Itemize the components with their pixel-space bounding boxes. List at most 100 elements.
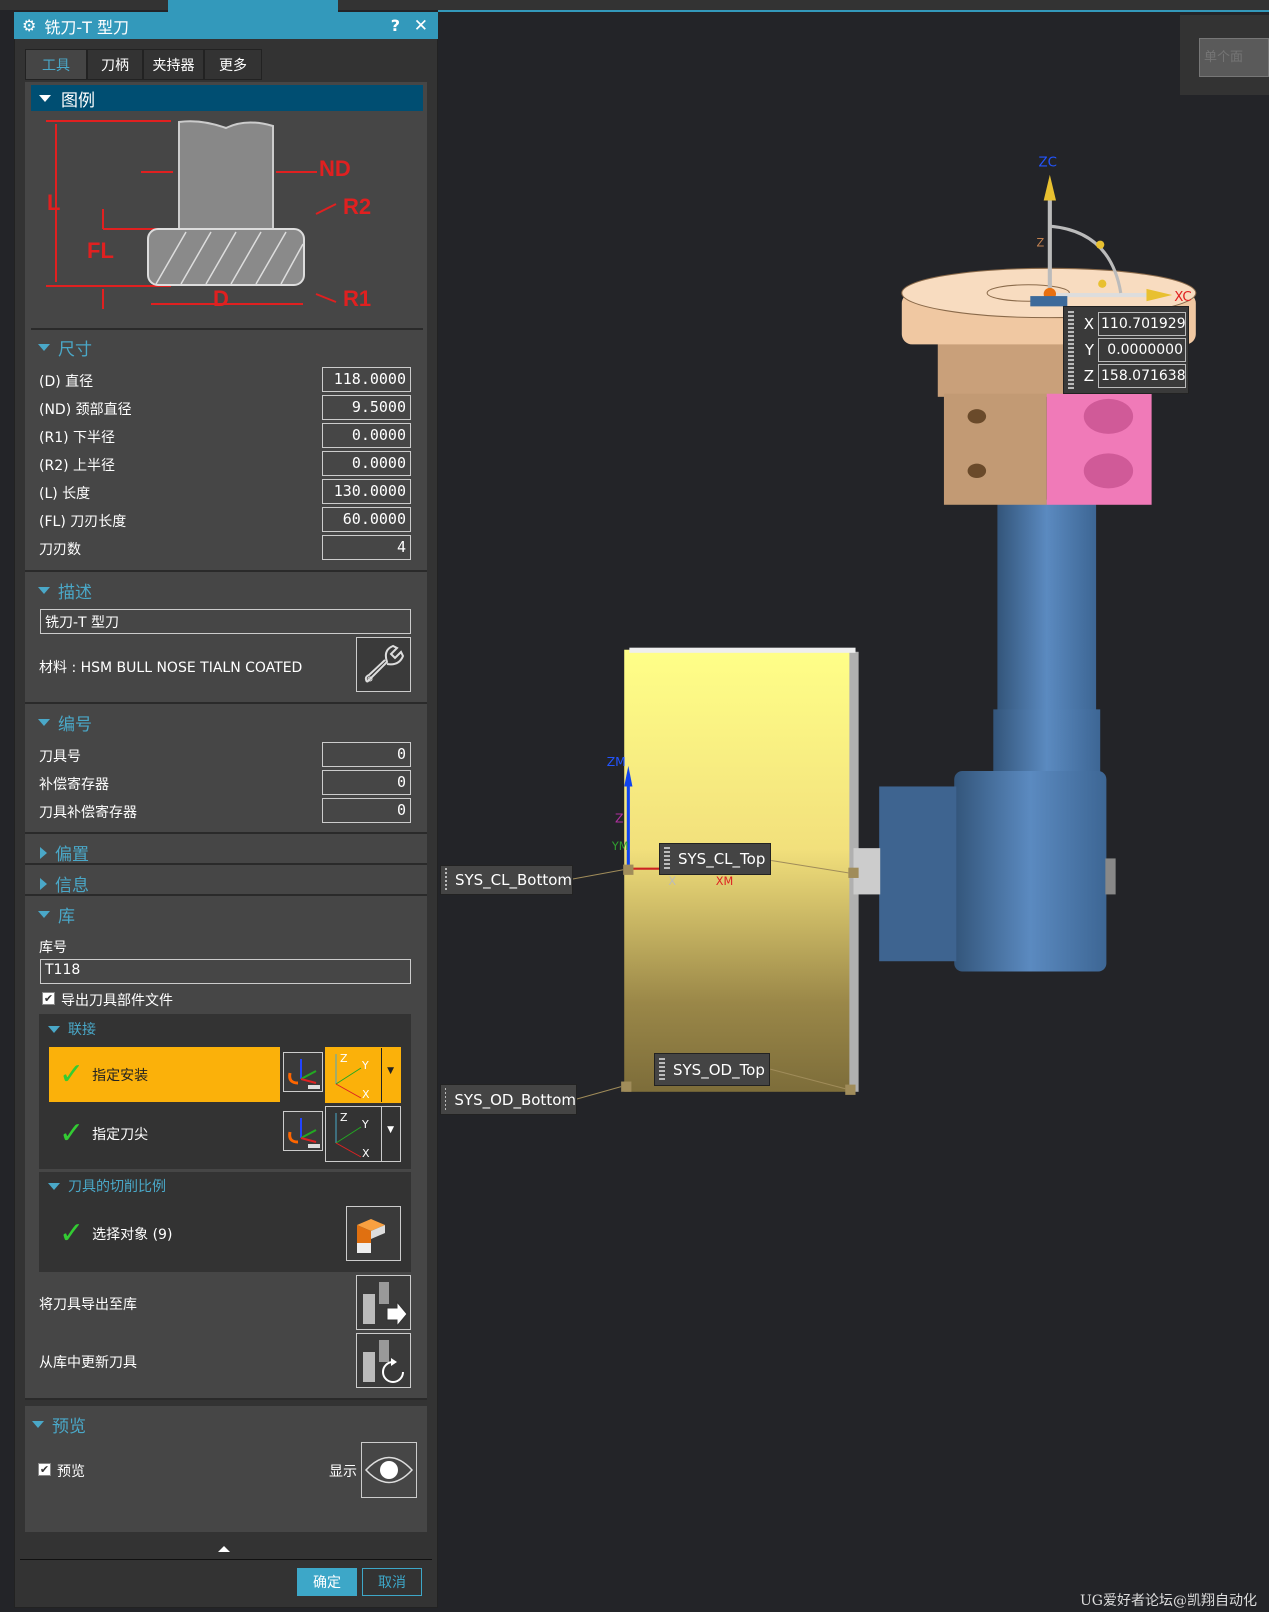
preview-checkbox[interactable]: ✔ [38, 1463, 51, 1476]
csys-dialog-button[interactable] [283, 1111, 323, 1151]
adjust-register-field[interactable]: 0 [322, 770, 411, 795]
filter-input[interactable] [1199, 38, 1269, 77]
svg-text:Z: Z [340, 1052, 348, 1065]
csys-dialog-button[interactable] [283, 1052, 323, 1092]
z-coord-field[interactable]: 158.071638 [1098, 364, 1186, 388]
tool-number-field[interactable]: 0 [322, 742, 411, 767]
export-part-checkbox[interactable]: ✔ [42, 992, 55, 1005]
export-to-library-button[interactable] [356, 1275, 411, 1330]
tip-csys-dropdown[interactable]: ZY X ▼ [325, 1106, 401, 1162]
upper-radius-field[interactable]: 0.0000 [322, 451, 411, 476]
dialog-title-bar[interactable]: ⚙ 铣刀-T 型刀 ? ✕ [14, 12, 438, 39]
offset-section-header[interactable]: 偏置 [40, 840, 89, 865]
select-object-row[interactable]: ✓ 选择对象 (9) [49, 1219, 172, 1249]
divider [25, 863, 427, 865]
coord-axis-label: Y [1084, 341, 1094, 359]
label-sys-cl-top[interactable]: SYS_CL_Top [659, 843, 771, 875]
length-field[interactable]: 130.0000 [322, 479, 411, 504]
y-coord-field[interactable]: 0.0000000 [1098, 338, 1186, 362]
update-from-library-button[interactable] [356, 1333, 411, 1388]
ym-axis-label: YM [611, 840, 629, 853]
divider [25, 894, 427, 896]
dimensions-section-header[interactable]: 尺寸 [38, 335, 92, 360]
library-number-input[interactable]: T118 [40, 959, 411, 984]
dim-label: (L) 长度 [39, 486, 91, 502]
mount-section-header[interactable]: 联接 [48, 1019, 96, 1039]
select-object-button[interactable] [346, 1206, 401, 1261]
label-sys-od-top[interactable]: SYS_OD_Top [654, 1053, 770, 1086]
section-title: 联接 [68, 1022, 96, 1038]
drag-handle[interactable] [445, 868, 447, 892]
section-title: 尺寸 [58, 340, 92, 360]
cancel-button[interactable]: 取消 [362, 1568, 422, 1596]
expand-icon [39, 94, 51, 102]
diameter-field[interactable]: 118.0000 [322, 367, 411, 392]
divider [25, 702, 427, 704]
divider [25, 1398, 427, 1400]
check-icon: ✓ [59, 1115, 85, 1151]
legend-section-header[interactable]: 图例 [31, 85, 423, 111]
divider [20, 1559, 432, 1560]
flute-length-field[interactable]: 60.0000 [322, 507, 411, 532]
tab-shank[interactable]: 刀柄 [87, 49, 143, 80]
section-title: 库 [58, 907, 75, 927]
drag-handle[interactable] [664, 847, 670, 871]
svg-text:Z: Z [340, 1111, 348, 1124]
label-sys-cl-bottom[interactable]: SYS_CL_Bottom [440, 865, 573, 895]
coord-axis-label: X [1083, 315, 1094, 333]
tab-tool[interactable]: 工具 [25, 49, 87, 80]
chevron-down-icon[interactable]: ▼ [387, 1066, 394, 1076]
mount-csys-dropdown[interactable]: ZY X ▼ [325, 1047, 401, 1103]
material-button[interactable] [356, 637, 411, 692]
lower-radius-field[interactable]: 0.0000 [322, 423, 411, 448]
drag-handle[interactable] [445, 1087, 447, 1112]
x-coord-field[interactable]: 110.701929 [1098, 312, 1186, 336]
info-section-header[interactable]: 信息 [40, 871, 89, 896]
svg-text:Y: Y [361, 1059, 369, 1072]
description-section-header[interactable]: 描述 [38, 578, 92, 603]
svg-text:X: X [362, 1147, 370, 1160]
selection-filter-panel [1180, 15, 1269, 95]
numbering-section-header[interactable]: 编号 [38, 710, 92, 735]
z-axis-label: Z [1036, 237, 1044, 250]
help-button[interactable]: ? [391, 16, 400, 35]
library-number-label: 库号 [39, 940, 67, 956]
label-text: SYS_OD_Top [673, 1060, 765, 1079]
collapsed-icon [40, 877, 47, 890]
zm-axis-label: ZM [607, 755, 626, 769]
ok-button[interactable]: 确定 [297, 1568, 357, 1596]
drag-handle[interactable] [1068, 311, 1074, 389]
close-button[interactable]: ✕ [414, 16, 428, 36]
active-document-tab[interactable] [168, 0, 338, 12]
library-section-header[interactable]: 库 [38, 902, 75, 927]
specify-mount-row[interactable]: ✓ 指定安装 [49, 1047, 280, 1102]
dim-label: (R1) 下半径 [39, 430, 116, 446]
drag-handle[interactable] [659, 1057, 665, 1082]
tab-more[interactable]: 更多 [204, 49, 262, 80]
preview-section-header[interactable]: 预览 [32, 1412, 86, 1437]
expand-icon [38, 719, 50, 726]
csys-icon: ZY X [335, 1111, 370, 1160]
label-text: SYS_OD_Bottom [454, 1090, 576, 1109]
row-label: 指定安装 [92, 1067, 149, 1084]
description-input[interactable]: 铣刀-T 型刀 [40, 609, 411, 634]
show-result-button[interactable] [361, 1442, 417, 1498]
section-title: 编号 [58, 715, 92, 735]
collapse-arrow-icon[interactable] [218, 1546, 230, 1552]
neck-diameter-field[interactable]: 9.5000 [322, 395, 411, 420]
tab-holder[interactable]: 夹持器 [143, 49, 204, 80]
specify-tip-row[interactable]: ✓ 指定刀尖 [49, 1106, 280, 1161]
section-title: 预览 [52, 1417, 86, 1437]
num-label: 刀具补偿寄存器 [39, 805, 137, 821]
legend-mark: FL [87, 238, 114, 263]
dim-label: (D) 直径 [39, 374, 94, 390]
flutes-count-field[interactable]: 4 [322, 535, 411, 560]
export-to-library-label: 将刀具导出至库 [39, 1297, 137, 1313]
expand-icon [48, 1025, 60, 1033]
chevron-down-icon[interactable]: ▼ [387, 1125, 394, 1135]
num-label: 补偿寄存器 [39, 777, 109, 793]
cut-ratio-section-header[interactable]: 刀具的切削比例 [48, 1176, 166, 1196]
label-sys-od-bottom[interactable]: SYS_OD_Bottom [440, 1084, 577, 1115]
legend-mark: D [213, 286, 229, 311]
cutcom-register-field[interactable]: 0 [322, 798, 411, 823]
